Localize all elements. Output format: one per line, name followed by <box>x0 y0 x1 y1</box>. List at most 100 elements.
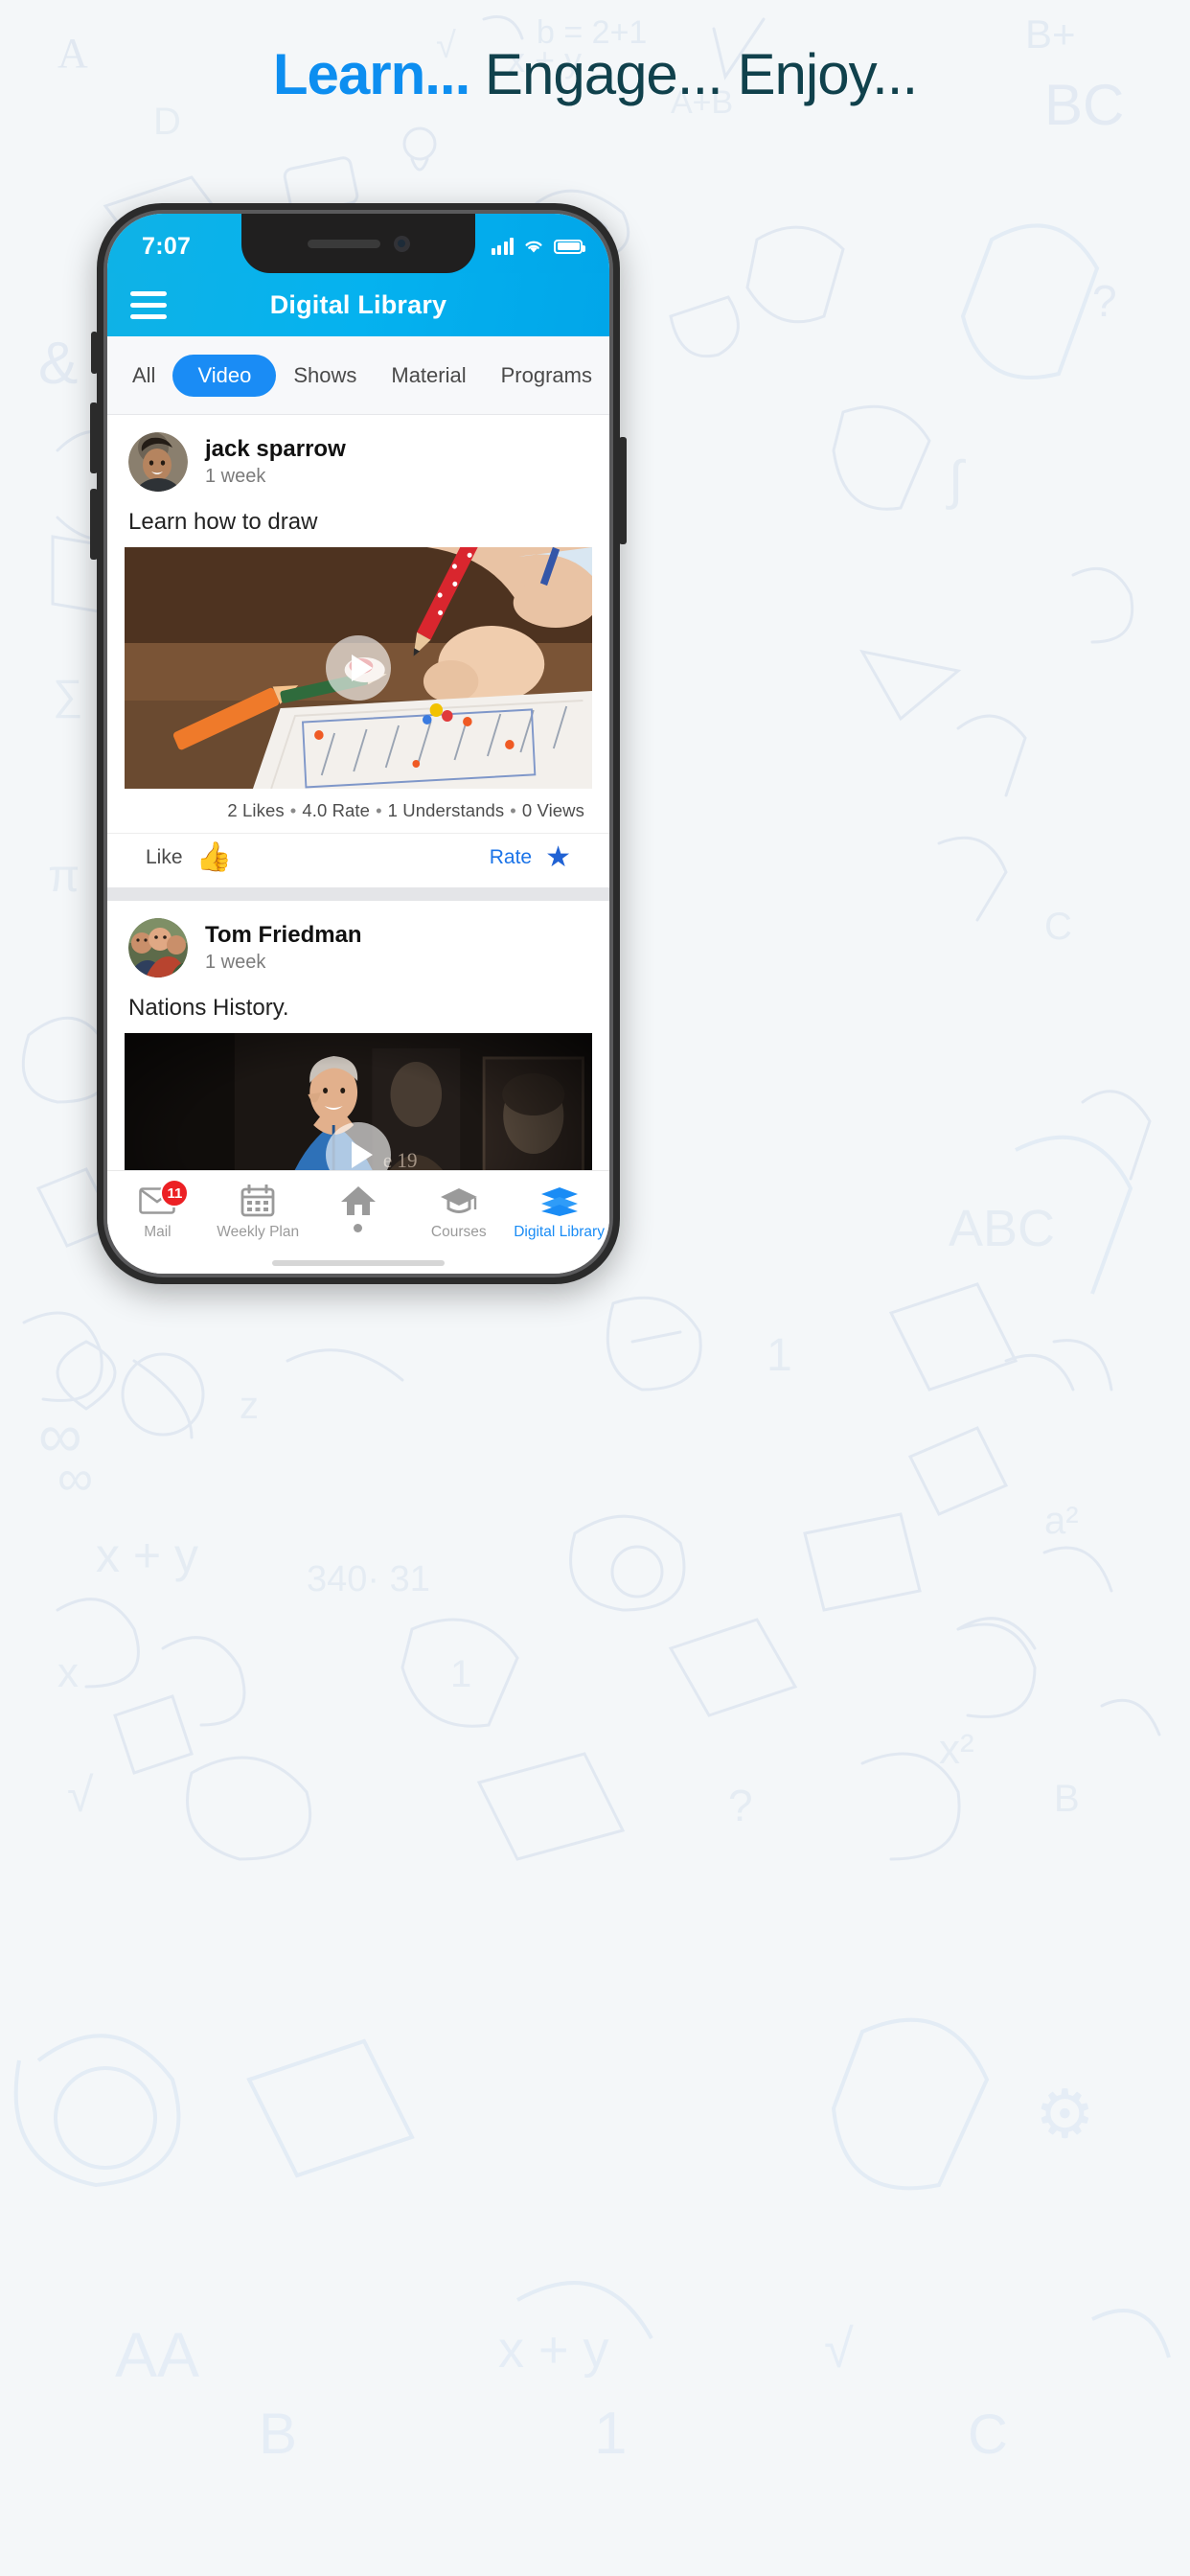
svg-text:C: C <box>1044 906 1072 948</box>
post-header: Tom Friedman 1 week <box>107 901 609 987</box>
svg-text:B: B <box>259 2402 297 2466</box>
books-icon-wrap <box>539 1183 580 1219</box>
svg-text:D: D <box>153 101 181 143</box>
svg-text:∞: ∞ <box>57 1451 93 1506</box>
nav-item-mail[interactable]: 11 Mail <box>107 1179 208 1241</box>
nav-item-courses[interactable]: Courses <box>408 1183 509 1241</box>
thumbs-up-icon: 👍 <box>195 841 232 873</box>
post-media-thumbnail[interactable] <box>125 547 592 789</box>
svg-text:x + y: x + y <box>498 2321 609 2379</box>
svg-text:a²: a² <box>1044 1500 1079 1542</box>
avatar-photo-icon <box>128 432 188 492</box>
graduation-cap-icon-wrap <box>440 1183 478 1219</box>
headline-rest: Engage... Enjoy... <box>469 42 918 106</box>
feed-post: jack sparrow 1 week Learn how to draw 2 … <box>107 415 609 887</box>
post-media-thumbnail[interactable]: e 19 Age 47 <box>125 1033 592 1170</box>
nav-label-digital-library: Digital Library <box>514 1224 605 1240</box>
phone-volume-down[interactable] <box>90 489 98 560</box>
feed-post: Tom Friedman 1 week Nations History. <box>107 901 609 1170</box>
avatar[interactable] <box>128 918 188 978</box>
svg-text:&: & <box>38 331 78 397</box>
phone-screen: 7:07 Digital Library All Video Shows Mat… <box>107 214 609 1274</box>
post-author-block: Tom Friedman 1 week <box>205 921 362 975</box>
svg-text:√: √ <box>67 1768 94 1822</box>
phone-mockup: 7:07 Digital Library All Video Shows Mat… <box>90 203 627 1284</box>
rate-label: Rate <box>489 846 533 868</box>
stat-likes: 2 Likes <box>227 800 285 820</box>
play-icon[interactable] <box>326 635 391 701</box>
svg-text:x²: x² <box>939 1726 974 1773</box>
svg-text:ABC: ABC <box>949 1200 1055 1257</box>
headline-accent-word: Learn... <box>272 42 470 106</box>
tab-all[interactable]: All <box>115 355 172 397</box>
calendar-icon-wrap <box>240 1183 275 1219</box>
tab-programs[interactable]: Programs <box>484 355 609 397</box>
home-indicator-dot <box>354 1224 363 1232</box>
like-button[interactable]: Like 👍 <box>146 843 232 872</box>
svg-text:B: B <box>1054 1778 1080 1820</box>
page-title: Digital Library <box>269 289 447 319</box>
category-tabs: All Video Shows Material Programs <box>107 336 609 415</box>
post-header: jack sparrow 1 week <box>107 415 609 501</box>
status-bar-icons <box>491 238 585 255</box>
svg-text:1: 1 <box>767 1330 792 1381</box>
phone-notch <box>241 214 475 273</box>
phone-power-button[interactable] <box>619 437 627 544</box>
post-author-name: jack sparrow <box>205 436 346 462</box>
home-icon <box>340 1186 376 1215</box>
calendar-icon <box>240 1184 275 1217</box>
svg-text:π: π <box>48 851 80 902</box>
home-bar-indicator <box>272 1260 445 1266</box>
bottom-navigation: 11 Mail Weekly Plan Courses Digital Libr… <box>107 1170 609 1274</box>
tab-shows[interactable]: Shows <box>276 355 374 397</box>
svg-text:1: 1 <box>594 2401 627 2467</box>
nav-item-weekly-plan[interactable]: Weekly Plan <box>208 1183 309 1241</box>
mail-badge: 11 <box>160 1179 190 1208</box>
svg-text:1: 1 <box>450 1653 471 1695</box>
svg-text:z: z <box>240 1385 259 1427</box>
svg-text:?: ? <box>728 1781 753 1830</box>
nav-label-mail: Mail <box>144 1224 172 1240</box>
nav-item-digital-library[interactable]: Digital Library <box>509 1183 609 1241</box>
hero-headline: Learn... Engage... Enjoy... <box>0 46 1190 104</box>
tab-material[interactable]: Material <box>374 355 483 397</box>
svg-text:340· 31: 340· 31 <box>307 1559 430 1599</box>
avatar[interactable] <box>128 432 188 492</box>
front-camera-icon <box>393 235 410 252</box>
stat-understands: 1 Understands <box>387 800 505 820</box>
svg-text:√: √ <box>824 2318 854 2379</box>
svg-text:x + y: x + y <box>96 1529 198 1582</box>
battery-full-icon <box>554 239 585 254</box>
stat-views: 0 Views <box>521 800 584 820</box>
phone-volume-up[interactable] <box>90 402 98 473</box>
svg-text:C: C <box>968 2404 1008 2466</box>
svg-text:AA: AA <box>115 2319 199 2390</box>
post-author-name: Tom Friedman <box>205 922 362 948</box>
nav-label-weekly-plan: Weekly Plan <box>217 1224 300 1240</box>
svg-text:⚙: ⚙ <box>1035 2077 1095 2151</box>
nav-item-home[interactable] <box>309 1183 409 1232</box>
signal-bars-icon <box>491 238 514 255</box>
nav-label-courses: Courses <box>430 1224 487 1240</box>
post-author-block: jack sparrow 1 week <box>205 435 346 489</box>
svg-text:?: ? <box>1092 276 1117 326</box>
post-caption: Learn how to draw <box>128 509 318 535</box>
mail-icon-wrap: 11 <box>139 1179 190 1219</box>
post-stats: 2 Likes • 4.0 Rate • 1 Understands • 0 Views <box>227 800 584 820</box>
stat-rate: 4.0 Rate <box>302 800 371 820</box>
post-caption: Nations History. <box>128 995 289 1021</box>
svg-text:∑: ∑ <box>53 672 82 719</box>
content-feed[interactable]: jack sparrow 1 week Learn how to draw 2 … <box>107 415 609 1170</box>
hamburger-menu-icon[interactable] <box>130 290 167 319</box>
graduation-cap-icon <box>440 1188 477 1213</box>
post-timestamp: 1 week <box>205 952 266 973</box>
svg-text:∫: ∫ <box>946 449 966 510</box>
wifi-icon <box>525 241 542 253</box>
earpiece-speaker-icon <box>307 239 380 248</box>
rate-button[interactable]: Rate ★ <box>490 843 571 872</box>
post-actions: Like 👍 Rate ★ <box>107 833 609 887</box>
app-header: Digital Library <box>107 273 609 336</box>
phone-mute-switch[interactable] <box>91 332 98 374</box>
tab-video[interactable]: Video <box>172 354 277 397</box>
post-timestamp: 1 week <box>205 466 266 487</box>
